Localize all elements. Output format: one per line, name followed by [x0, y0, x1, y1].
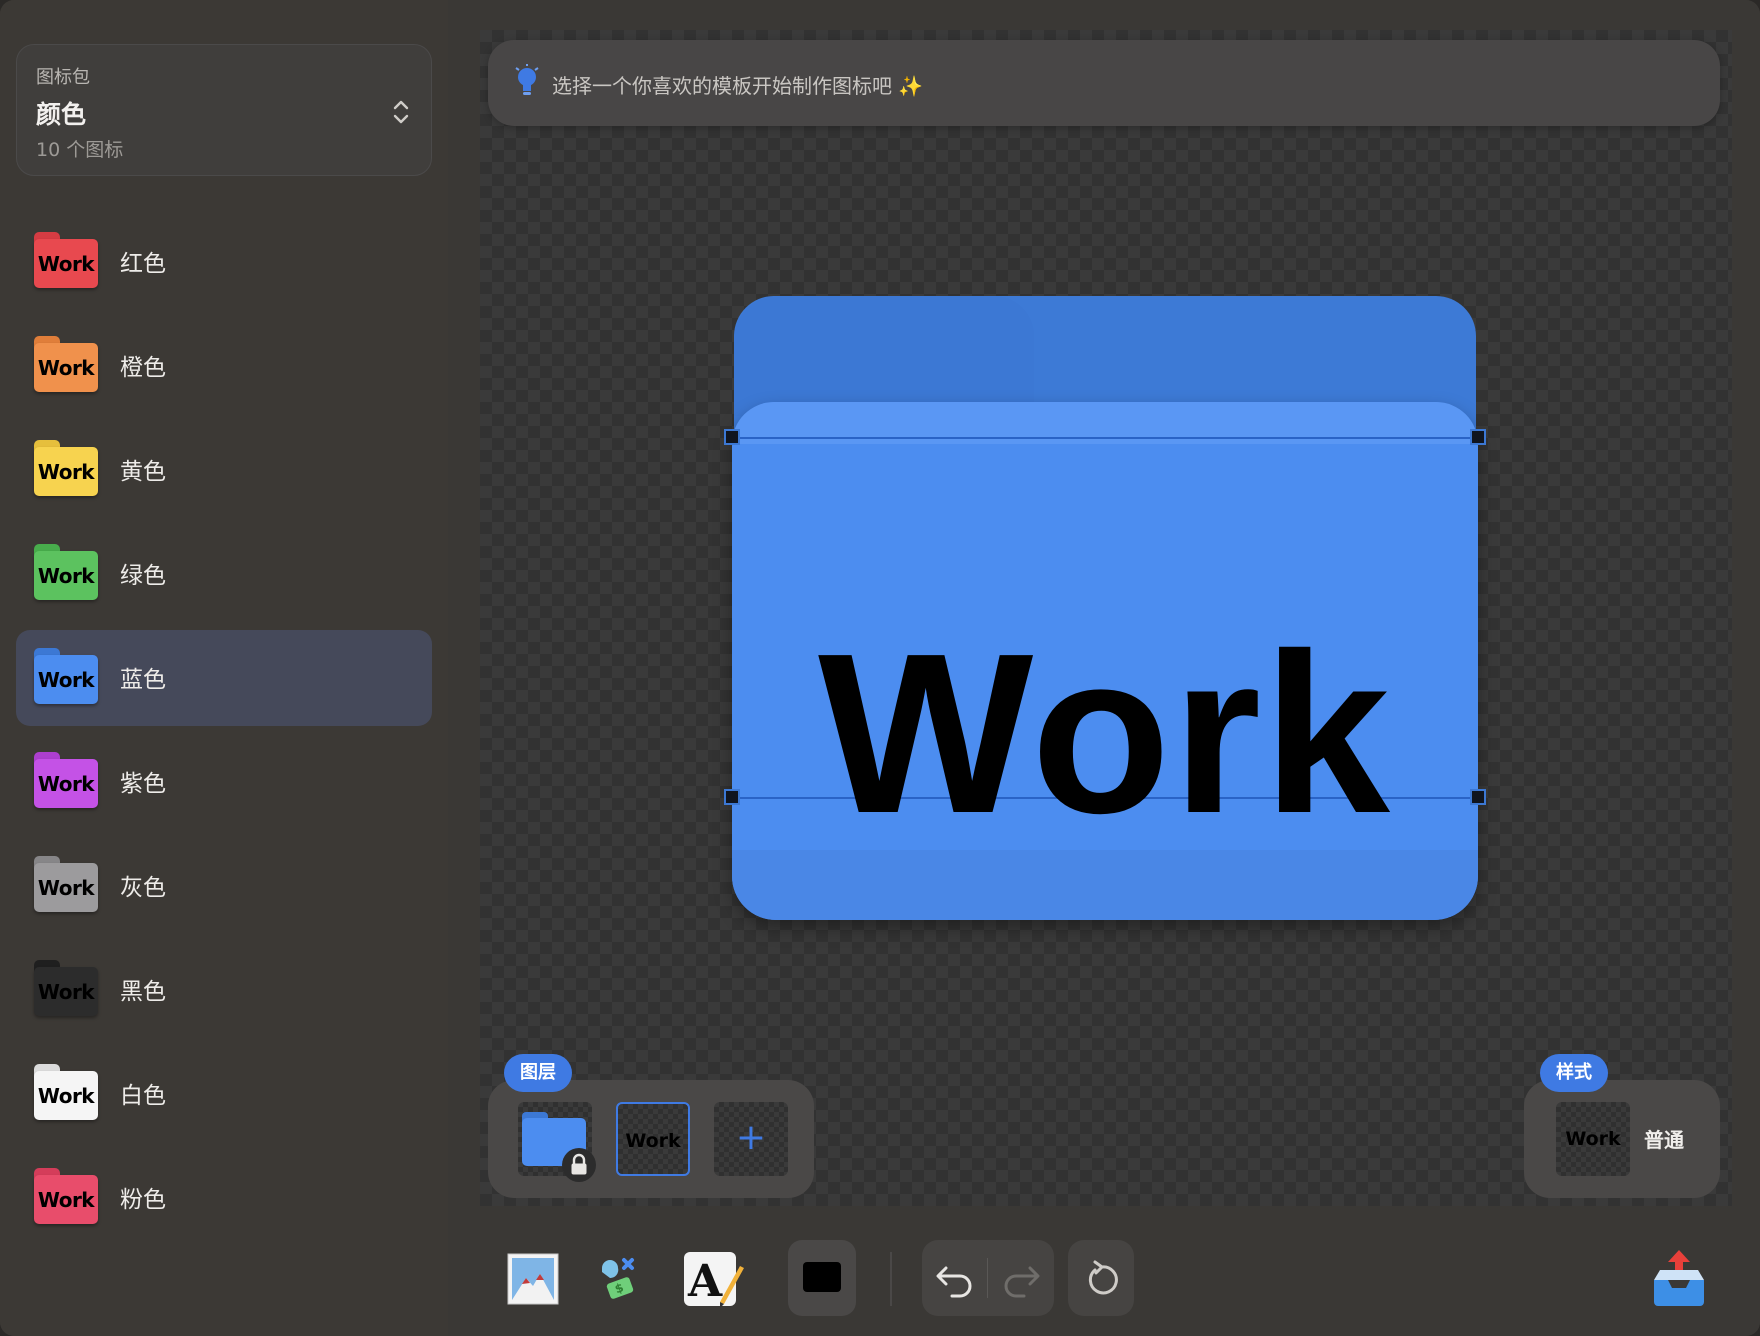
folder-label-text[interactable]: Work — [732, 620, 1478, 848]
pack-caption: 图标包 — [36, 67, 90, 88]
lock-icon — [562, 1148, 596, 1182]
icon-list-item[interactable]: Work 红色 — [16, 214, 432, 310]
icon-pack-selector[interactable]: 图标包 颜色 10 个图标 — [16, 44, 432, 176]
icon-list-item[interactable]: Work 橙色 — [16, 318, 432, 414]
layers-panel: Work + — [488, 1080, 814, 1198]
icon-list-item-label: 黑色 — [120, 979, 166, 1005]
text-edit-icon: A — [684, 1252, 744, 1308]
history-group — [922, 1240, 1054, 1316]
symbol-picker-button[interactable]: $ — [588, 1246, 654, 1312]
folder-icon: Work — [34, 336, 98, 392]
color-swatch — [803, 1262, 841, 1292]
add-layer-button[interactable]: + — [714, 1102, 788, 1176]
folder-icon: Work — [34, 960, 98, 1016]
pack-count: 10 个图标 — [36, 139, 124, 161]
icon-list-item[interactable]: Work 白色 — [16, 1046, 432, 1142]
style-thumbnail: Work — [1556, 1102, 1630, 1176]
resize-handle-top-left[interactable] — [724, 429, 740, 445]
style-title-pill: 样式 — [1540, 1054, 1608, 1092]
folder-thumb-text: Work — [37, 771, 95, 796]
folder-thumb-text: Work — [37, 355, 95, 380]
folder-icon: Work — [34, 752, 98, 808]
lightbulb-icon — [515, 64, 539, 95]
selection-line-top — [732, 437, 1478, 439]
icon-list-item-label: 蓝色 — [120, 667, 166, 693]
folder-thumb-text: Work — [37, 979, 95, 1004]
folder-thumb-text: Work — [37, 875, 95, 900]
icon-list-item-label: 灰色 — [120, 875, 166, 901]
folder-thumb-text: Work — [37, 1083, 95, 1108]
redo-button[interactable] — [988, 1240, 1054, 1316]
layer-text-preview: Work — [625, 1130, 681, 1152]
folder-icon: Work — [34, 1168, 98, 1224]
folder-tab — [734, 296, 1034, 416]
icon-list-item[interactable]: Work 黑色 — [16, 942, 432, 1038]
folder-thumb-text: Work — [37, 563, 95, 588]
icon-list-item[interactable]: Work 黄色 — [16, 422, 432, 518]
toolbar-divider — [890, 1252, 892, 1306]
image-picker-button[interactable] — [500, 1246, 566, 1312]
folder-front: Work — [732, 402, 1478, 920]
icon-list-item[interactable]: Work 绿色 — [16, 526, 432, 622]
text-color-button[interactable] — [788, 1240, 856, 1316]
style-panel[interactable]: Work 普通 — [1524, 1080, 1720, 1198]
icon-list-item[interactable]: Work 紫色 — [16, 734, 432, 830]
icon-list-item-label: 橙色 — [120, 355, 166, 381]
layer-text[interactable]: Work — [616, 1102, 690, 1176]
reset-icon — [1088, 1260, 1118, 1295]
hint-bar: 选择一个你喜欢的模板开始制作图标吧 ✨ — [488, 40, 1720, 126]
pack-name: 颜色 — [36, 100, 87, 129]
export-button[interactable] — [1646, 1246, 1712, 1312]
image-icon — [507, 1253, 559, 1305]
icon-list-item-label: 绿色 — [120, 563, 166, 589]
sidebar: 图标包 颜色 10 个图标 Work 红色 Work 橙色 Work 黄色 Work 绿色 Wo… — [0, 0, 448, 1336]
bottom-toolbar: $ A — [448, 1224, 1760, 1336]
icon-list-item-label: 黄色 — [120, 459, 166, 485]
app-window: 图标包 颜色 10 个图标 Work 红色 Work 橙色 Work 黄色 Work 绿色 Wo… — [0, 0, 1760, 1336]
icon-list-item[interactable]: Work 灰色 — [16, 838, 432, 934]
undo-icon — [936, 1266, 972, 1298]
folder-thumb-text: Work — [37, 667, 95, 692]
text-tool-button[interactable]: A — [680, 1246, 746, 1312]
icon-list-item[interactable]: Work 蓝色 — [16, 630, 432, 726]
icon-list-item[interactable]: Work 粉色 — [16, 1150, 432, 1246]
icon-list-item-label: 粉色 — [120, 1187, 166, 1213]
svg-text:A: A — [687, 1256, 723, 1307]
reset-button[interactable] — [1068, 1240, 1134, 1316]
hint-text: 选择一个你喜欢的模板开始制作图标吧 ✨ — [552, 74, 924, 98]
symbols-icon: $ — [602, 1258, 634, 1299]
style-thumb-text: Work — [1565, 1128, 1621, 1150]
undo-button[interactable] — [922, 1240, 988, 1316]
folder-icon: Work — [34, 1064, 98, 1120]
style-name: 普通 — [1644, 1128, 1684, 1152]
icon-list-item-label: 红色 — [120, 251, 166, 277]
resize-handle-bottom-left[interactable] — [724, 789, 740, 805]
folder-icon: Work — [34, 232, 98, 288]
folder-thumb-text: Work — [37, 1187, 95, 1212]
layer-folder[interactable] — [518, 1102, 596, 1182]
folder-icon: Work — [34, 648, 98, 704]
layers-title-pill: 图层 — [504, 1054, 572, 1092]
folder-icon: Work — [34, 440, 98, 496]
export-tray-icon — [1654, 1250, 1704, 1306]
icon-list-item-label: 白色 — [120, 1083, 166, 1109]
redo-icon — [1004, 1266, 1040, 1298]
folder-thumb-text: Work — [37, 251, 95, 276]
chevron-up-down-icon — [393, 100, 409, 124]
folder-icon: Work — [34, 856, 98, 912]
folder-icon: Work — [34, 544, 98, 600]
resize-handle-bottom-right[interactable] — [1470, 789, 1486, 805]
icon-list-item-label: 紫色 — [120, 771, 166, 797]
icon-list: Work 红色 Work 橙色 Work 黄色 Work 绿色 Work 蓝色 Work 紫色 Work… — [16, 214, 432, 1254]
folder-thumb-text: Work — [37, 459, 95, 484]
plus-icon: + — [735, 1117, 767, 1158]
resize-handle-top-right[interactable] — [1470, 429, 1486, 445]
folder-preview[interactable]: Work — [724, 296, 1486, 920]
